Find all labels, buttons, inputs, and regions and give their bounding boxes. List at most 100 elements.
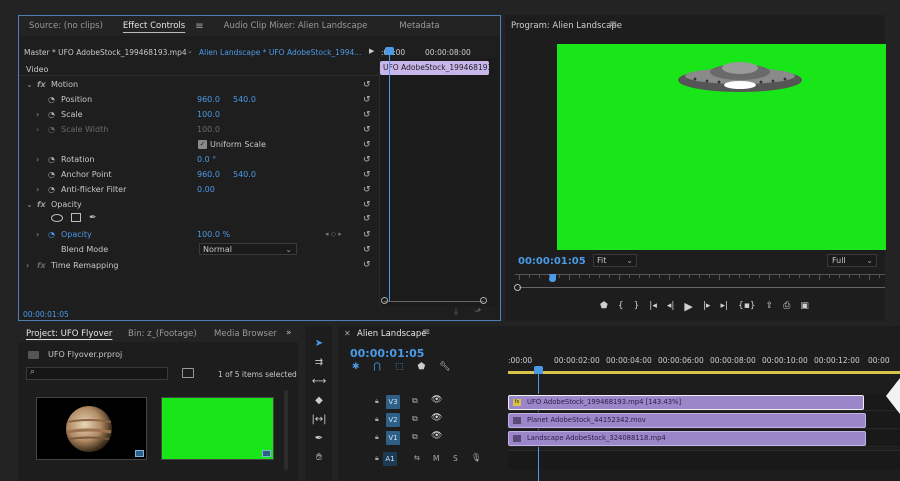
play-only-icon[interactable]: ▶: [369, 47, 374, 55]
stopwatch-icon[interactable]: ◔: [48, 227, 55, 242]
video-track-target[interactable]: V3: [386, 395, 400, 409]
lock-icon[interactable]: 🔒︎: [375, 433, 379, 442]
lock-icon[interactable]: 🔒︎: [375, 415, 379, 424]
antiflicker-row[interactable]: › ◔ Anti-flicker Filter 0.00: [19, 182, 379, 197]
blend-mode-select[interactable]: Normal ⌄: [199, 243, 297, 255]
step-forward-icon[interactable]: |▸: [703, 301, 711, 311]
master-clip-label[interactable]: Master * UFO AdobeStock_199468193.mp4: [24, 48, 187, 57]
reset-parameter-icon[interactable]: ↺: [363, 110, 371, 120]
rotation-value[interactable]: 0.0 °: [197, 152, 216, 167]
timeline-timecode[interactable]: 00:00:01:05: [350, 347, 424, 360]
fit-select[interactable]: Fit ⌄: [593, 254, 637, 267]
go-to-out-icon[interactable]: ▸|: [720, 301, 728, 311]
quality-select[interactable]: Full ⌄: [827, 254, 877, 267]
timeline-clip[interactable]: Planet AdobeStock_44152342.mov: [508, 413, 866, 428]
hamburger-icon[interactable]: ≡: [195, 21, 203, 32]
close-icon[interactable]: ✕: [344, 329, 351, 338]
position-row[interactable]: ◔ Position 960.0 540.0: [19, 92, 379, 107]
timeline-playhead-handle[interactable]: [534, 366, 543, 374]
hamburger-icon[interactable]: ≡: [609, 19, 617, 30]
pen-tool-icon[interactable]: ✒: [311, 433, 327, 444]
step-back-icon[interactable]: ◂|: [667, 301, 675, 311]
stopwatch-icon[interactable]: ◔: [48, 107, 55, 122]
chevron-right-icon[interactable]: ›: [36, 152, 39, 167]
tab-effect-controls[interactable]: Effect Controls: [113, 16, 195, 36]
chevron-right-icon[interactable]: ›: [36, 107, 39, 122]
tab-bin[interactable]: Bin: z_(Footage): [128, 329, 197, 339]
anchor-y-value[interactable]: 540.0: [233, 167, 256, 182]
microphone-icon[interactable]: 🎙︎: [471, 453, 481, 462]
go-to-in-icon[interactable]: |◂: [649, 301, 657, 311]
video-track-target[interactable]: V1: [386, 431, 400, 445]
wrench-icon[interactable]: 🔧︎: [439, 362, 450, 374]
export-icon[interactable]: ⬏: [474, 307, 482, 317]
search-input[interactable]: ⌕: [26, 367, 168, 380]
mini-playhead[interactable]: [389, 47, 390, 301]
tab-media-browser[interactable]: Media Browser: [214, 329, 277, 339]
snap-icon[interactable]: ⋂: [374, 362, 381, 374]
uniform-scale-checkbox[interactable]: ✓: [198, 140, 207, 149]
selection-tool-icon[interactable]: ➤: [311, 338, 327, 349]
hand-tool-icon[interactable]: ✋︎: [311, 452, 327, 463]
mini-clip-bar[interactable]: UFO AdobeStock_199468193.: [380, 61, 489, 75]
reset-parameter-icon[interactable]: ↺: [363, 200, 371, 210]
mute-button[interactable]: M: [433, 454, 439, 463]
rectangle-mask-icon[interactable]: [71, 213, 81, 222]
reset-parameter-icon[interactable]: ↺: [363, 230, 371, 240]
rotation-row[interactable]: › ◔ Rotation 0.0 °: [19, 152, 379, 167]
motion-row[interactable]: ⌄ fx Motion: [19, 77, 379, 92]
tab-audio-clip-mixer[interactable]: Audio Clip Mixer: Alien Landscape: [214, 16, 378, 36]
reset-parameter-icon[interactable]: ↺: [363, 80, 371, 90]
project-scrollbar[interactable]: [284, 390, 288, 470]
reset-parameter-icon[interactable]: ↺: [363, 95, 371, 105]
opacity-section-row[interactable]: ⌄ fx Opacity: [19, 197, 379, 212]
stopwatch-icon[interactable]: ◔: [48, 92, 55, 107]
program-playhead[interactable]: [549, 274, 556, 282]
mark-out-icon[interactable]: }: [634, 301, 640, 311]
chevron-down-icon[interactable]: ⌄: [26, 77, 33, 92]
tab-project[interactable]: Project: UFO Flyover: [26, 329, 112, 339]
position-y-value[interactable]: 540.0: [233, 92, 256, 107]
antiflicker-value[interactable]: 0.00: [197, 182, 215, 197]
program-title[interactable]: Program: Alien Landscape: [511, 21, 622, 31]
audio-track-target[interactable]: A1: [383, 452, 397, 466]
reset-parameter-icon[interactable]: ↺: [363, 185, 371, 195]
toggle-sync-lock-icon[interactable]: ⧉: [412, 432, 418, 442]
thumbnail-green-screen[interactable]: [161, 397, 274, 460]
fx-icon[interactable]: fx: [37, 197, 46, 212]
panel-overflow-icon[interactable]: »: [286, 328, 292, 338]
reset-parameter-icon[interactable]: ↺: [363, 155, 371, 165]
scale-value[interactable]: 100.0: [197, 107, 220, 122]
reset-parameter-icon[interactable]: ↺: [363, 245, 371, 255]
reset-parameter-icon[interactable]: ↺: [363, 140, 371, 150]
reset-parameter-icon[interactable]: ↺: [363, 214, 371, 224]
ripple-edit-tool-icon[interactable]: ⟷: [311, 376, 327, 387]
nest-icon[interactable]: ✱: [352, 362, 360, 374]
thumbnail-planet[interactable]: [36, 397, 147, 460]
lift-icon[interactable]: ⇪: [766, 301, 774, 311]
eye-icon[interactable]: 👁︎: [431, 413, 442, 423]
tab-source[interactable]: Source: (no clips): [19, 16, 113, 36]
export-frame-icon[interactable]: ⎙: [783, 301, 790, 311]
filter-icon[interactable]: ⤓: [454, 307, 458, 317]
anchor-point-row[interactable]: ◔ Anchor Point 960.0 540.0: [19, 167, 379, 182]
stopwatch-icon[interactable]: ◔: [48, 167, 55, 182]
lock-icon[interactable]: 🔒︎: [375, 454, 379, 463]
solo-button[interactable]: S: [453, 454, 458, 463]
add-marker-icon[interactable]: ⬟: [600, 301, 608, 311]
toggle-sync-lock-icon[interactable]: ⧉: [412, 396, 418, 406]
slip-tool-icon[interactable]: |↔|: [311, 414, 327, 425]
timeline-clip[interactable]: Landscape AdobeStock_324088118.mp4: [508, 431, 866, 446]
work-area-bar[interactable]: [508, 371, 900, 374]
mini-playhead-handle[interactable]: [385, 47, 394, 55]
eye-icon[interactable]: 👁︎: [431, 395, 442, 405]
reset-parameter-icon[interactable]: ↺: [363, 170, 371, 180]
timecode-display[interactable]: 00:00:01:05: [23, 310, 69, 319]
opacity-row[interactable]: › ◔ Opacity 100.0 % ◂ ◇ ▸: [19, 227, 379, 242]
scroll-left-handle[interactable]: [514, 284, 521, 291]
linked-selection-icon[interactable]: ⬚: [395, 362, 404, 374]
reset-parameter-icon[interactable]: ↺: [363, 260, 371, 270]
chevron-right-icon[interactable]: ›: [36, 182, 39, 197]
uniform-scale-row[interactable]: ✓ Uniform Scale: [19, 137, 379, 152]
eye-icon[interactable]: 👁︎: [431, 431, 442, 441]
